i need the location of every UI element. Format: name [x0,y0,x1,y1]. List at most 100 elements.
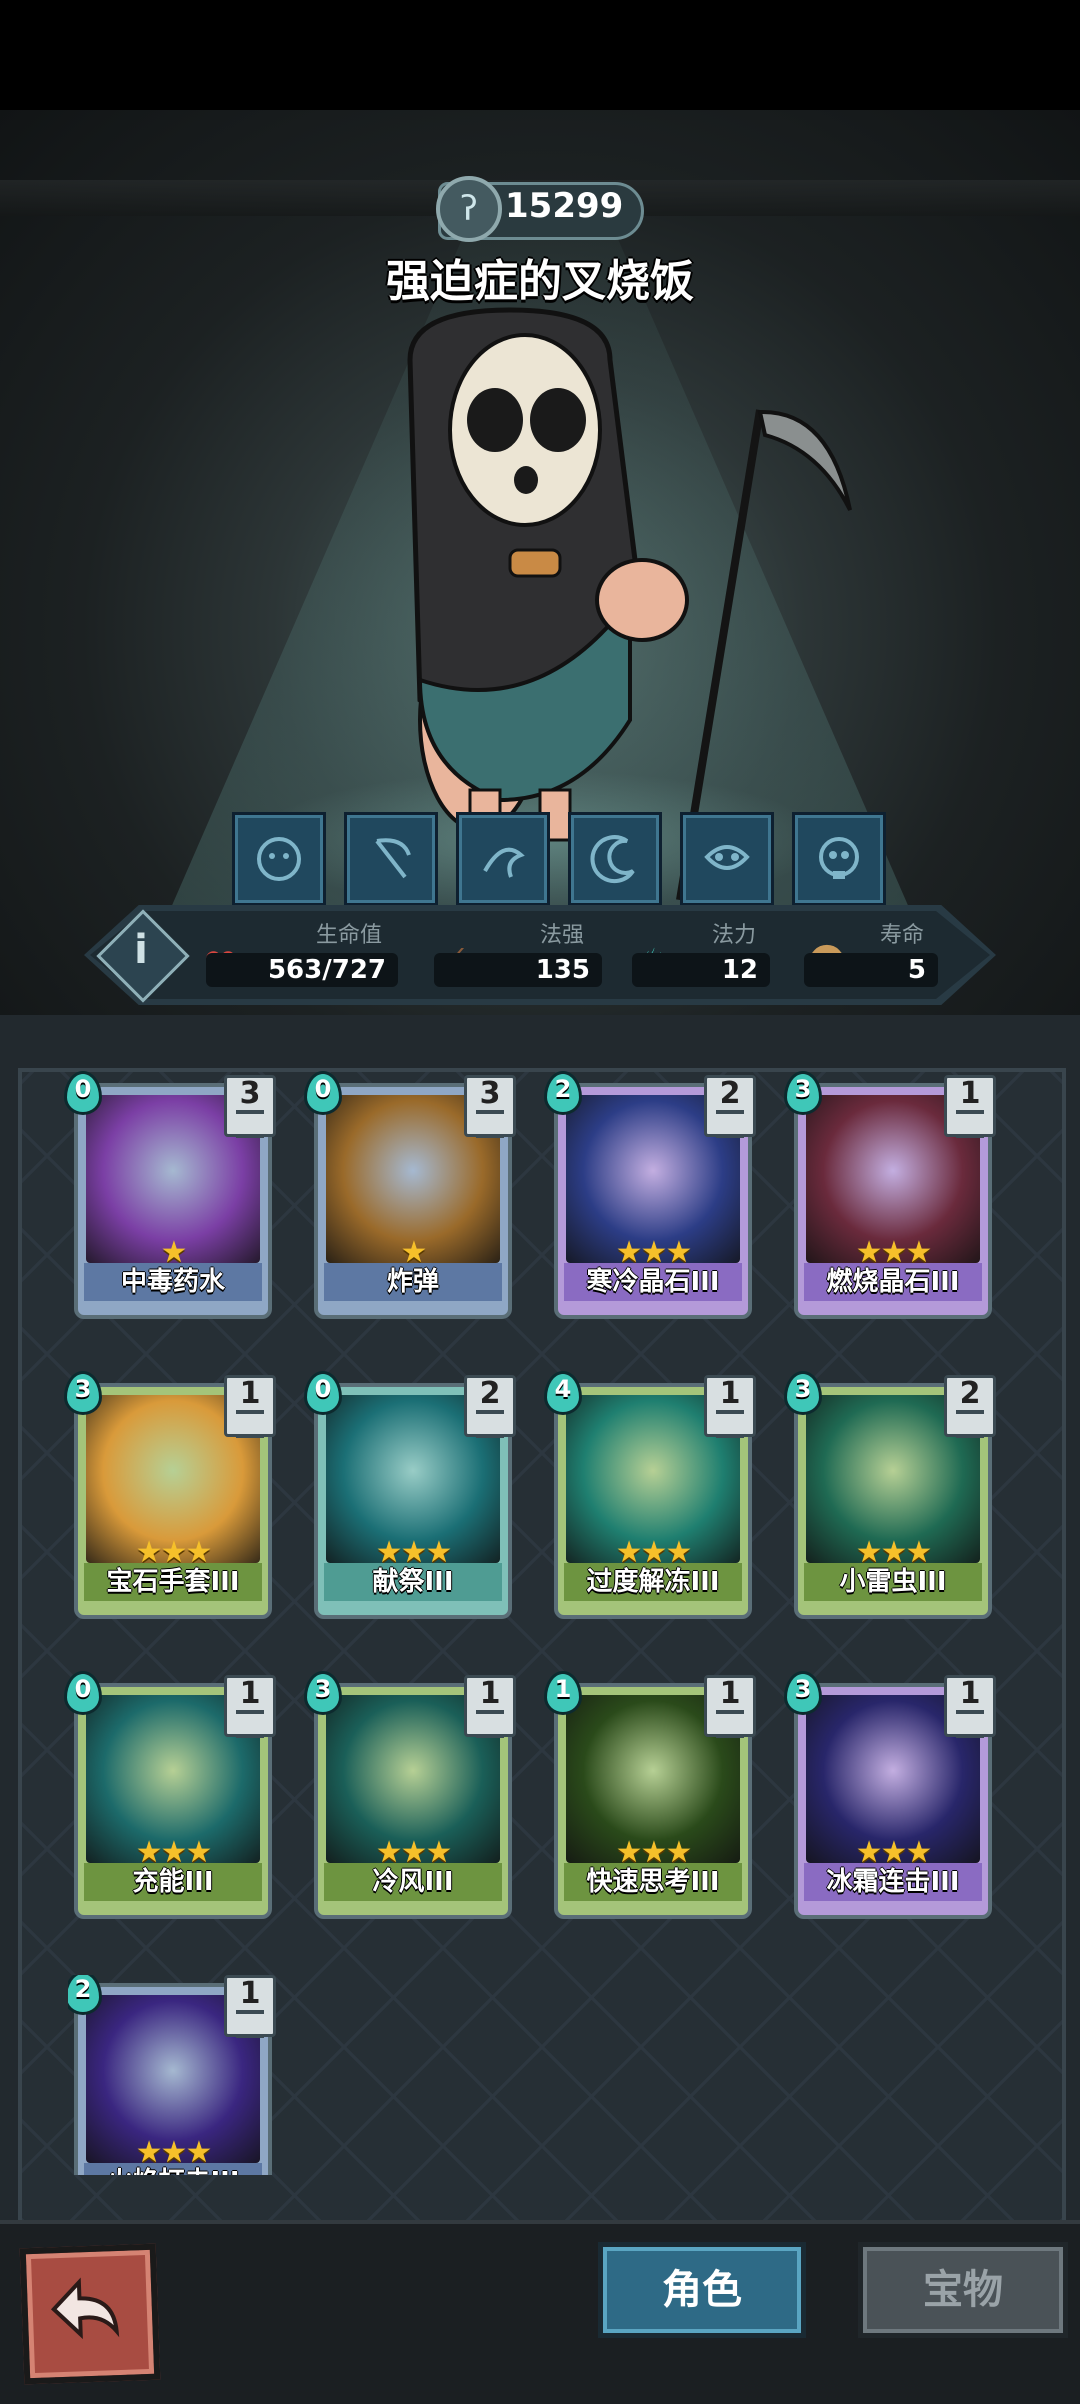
hero-skill-row [232,812,886,906]
mana-cost: 2 [74,1975,92,2003]
card-count: 3 [479,1076,501,1111]
card-count: 1 [959,1076,981,1111]
card-frost-combo[interactable]: ★★★ 冰霜连击III 3 1 [784,1671,998,1925]
card-name: 充能III [84,1863,262,1901]
card-gem-gauntlet[interactable]: ★★★ 宝石手套III 3 1 [64,1371,278,1625]
stack-icon [236,2010,264,2038]
stack-icon [476,1110,504,1138]
card-fire-crystal[interactable]: ★★★ 燃烧晶石III 3 1 [784,1071,998,1325]
stack-icon [716,1410,744,1438]
mana-cost: 2 [554,1075,572,1103]
card-count: 1 [959,1676,981,1711]
mana-cost-icon: 0 [64,1671,102,1715]
card-count-badge: 1 [944,1675,996,1738]
card-ice-cube[interactable]: ★★★ 过度解冻III 4 1 [544,1371,758,1625]
card-count: 2 [959,1376,981,1411]
bottom-nav: 角色 宝物 [0,2220,1080,2404]
mask-icon[interactable] [680,812,774,906]
card-count-badge: 1 [224,1675,276,1738]
rank-icon: ʔ [436,176,502,242]
hp-label: 生命值 [316,923,383,948]
stat-bar: i ❤ 生命值 563/727 ⟋ 法强 135 ♨ 法力 12 ☻ 寿命 5 [84,905,996,1005]
card-count-badge: 2 [704,1075,756,1138]
card-count-badge: 1 [224,1975,276,2038]
card-count: 3 [239,1076,261,1111]
card-name: 炸弹 [324,1263,502,1301]
card-charge[interactable]: ★★★ 充能III 0 1 [64,1671,278,1925]
mana-cost-icon: 3 [784,1671,822,1715]
mana-cost: 3 [794,1675,812,1703]
card-fire-strike[interactable]: ★★★火焰打击III21 [68,1975,278,2175]
tab-role[interactable]: 角色 [598,2242,806,2338]
card-count-badge: 3 [224,1075,276,1138]
card-sacrifice[interactable]: ★★★ 献祭III 0 2 [304,1371,518,1625]
mana-cost: 0 [314,1375,332,1403]
stack-icon [236,1110,264,1138]
card-count: 1 [239,1976,261,2011]
skull-icon[interactable] [792,812,886,906]
tab-treasure[interactable]: 宝物 [858,2242,1068,2338]
return-arrow-icon [50,2277,120,2340]
ghost-icon[interactable] [232,812,326,906]
card-thunder-ghost[interactable]: ★★★ 小雷虫III 3 2 [784,1371,998,1625]
mana-cost-icon: 4 [544,1371,582,1415]
card-quick-think[interactable]: ★★★ 快速思考III 1 1 [544,1671,758,1925]
stack-icon [476,1710,504,1738]
mana-cost-icon: 2 [544,1071,582,1115]
stack-icon [716,1710,744,1738]
card-name: 寒冷晶石III [564,1263,742,1301]
score-value: 15299 [505,186,624,226]
stack-icon [236,1410,264,1438]
mana-cost-icon: 3 [304,1671,342,1715]
card-count: 1 [719,1376,741,1411]
card-count-badge: 1 [224,1375,276,1438]
card-count: 1 [719,1676,741,1711]
mana-cost-icon: 0 [304,1071,342,1115]
mana-cost: 3 [314,1675,332,1703]
mana-cost-icon: 3 [64,1371,102,1415]
card-poison-potion[interactable]: ★ 中毒药水 0 3 [64,1071,278,1325]
card-count: 2 [479,1376,501,1411]
mana-cost-icon: 2 [68,1975,102,2015]
card-name: 中毒药水 [84,1263,262,1301]
card-name: 过度解冻III [564,1563,742,1601]
power-label: 法强 [540,923,585,948]
card-name: 火焰打击III [84,2163,262,2175]
mana-cost-icon: 1 [544,1671,582,1715]
status-bar [0,0,1080,110]
mana-cost: 0 [74,1075,92,1103]
mana-cost: 0 [314,1075,332,1103]
stack-icon [956,1410,984,1438]
mana-cost: 3 [794,1075,812,1103]
card-count-badge: 1 [704,1375,756,1438]
mana-cost: 3 [794,1375,812,1403]
stack-icon [716,1110,744,1138]
mana-cost: 3 [74,1375,92,1403]
card-name: 燃烧晶石III [804,1263,982,1301]
card-count-badge: 2 [464,1375,516,1438]
card-count: 1 [239,1676,261,1711]
card-name: 快速思考III [564,1863,742,1901]
card-bomb[interactable]: ★ 炸弹 0 3 [304,1071,518,1325]
card-count-badge: 2 [944,1375,996,1438]
mana-label: 法力 [712,923,757,948]
card-count: 2 [719,1076,741,1111]
card-count-badge: 3 [464,1075,516,1138]
crescent-icon[interactable] [568,812,662,906]
card-count: 1 [239,1376,261,1411]
card-name: 献祭III [324,1563,502,1601]
stack-icon [476,1410,504,1438]
back-button[interactable] [19,2243,161,2385]
info-icon: i [134,927,148,973]
card-ice-crystal[interactable]: ★★★ 寒冷晶石III 2 2 [544,1071,758,1325]
mana-cost: 0 [74,1675,92,1703]
card-count-badge: 1 [944,1075,996,1138]
card-cold-wind[interactable]: ★★★ 冷风III 3 1 [304,1671,518,1925]
swirl-icon[interactable] [456,812,550,906]
life-label: 寿命 [880,923,925,948]
mana-cost-icon: 3 [784,1371,822,1415]
scythe-icon[interactable] [344,812,438,906]
card-count-badge: 1 [464,1675,516,1738]
stack-icon [236,1710,264,1738]
hp-value: 563/727 [206,953,398,987]
